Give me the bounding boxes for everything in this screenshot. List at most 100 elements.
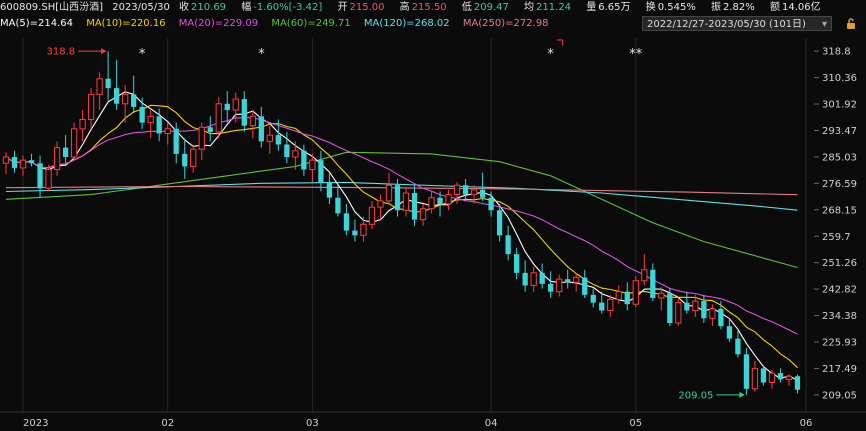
y-tick-label: 242.82 <box>822 285 857 296</box>
candle-body <box>164 128 171 135</box>
y-tick-label: 234.38 <box>822 311 857 322</box>
candle <box>292 141 299 170</box>
candle-body <box>173 128 179 154</box>
candle <box>565 269 571 289</box>
ma250-legend: MA(250)=272.98 <box>462 18 549 29</box>
extreme-price-annotation: 318.8 <box>46 47 107 58</box>
close-field: 收 210.69 <box>179 2 232 13</box>
candle-body <box>266 134 273 142</box>
avg-field: 均 211.24 <box>524 2 577 13</box>
candle <box>768 369 776 389</box>
candle <box>599 291 605 314</box>
y-tick-label: 276.59 <box>822 179 857 190</box>
candle-body <box>309 159 316 171</box>
amount-value: 14.06亿 <box>781 2 821 13</box>
y-tick-label: 268.15 <box>822 205 857 216</box>
candle <box>419 203 427 226</box>
candle <box>2 152 10 175</box>
candle-body <box>402 192 410 211</box>
candle <box>675 297 682 327</box>
ma10-line <box>5 104 798 369</box>
high-label: 高 <box>399 2 410 13</box>
candle <box>624 282 630 311</box>
annotation-label: 209.05 <box>678 390 713 401</box>
candle-body <box>326 182 333 198</box>
high-value: 215.50 <box>411 2 447 13</box>
candle-body <box>87 93 95 120</box>
avg-value: 211.24 <box>536 2 572 13</box>
y-axis: 318.8 310.36 301.92 293.47 285.03 276.59 268.1… <box>814 47 857 401</box>
date-range-selector[interactable]: 2022/12/27-2023/05/30 (101日) ▾ <box>642 16 832 31</box>
y-tick-label: 318.8 <box>822 47 851 58</box>
candle <box>258 106 264 148</box>
candle <box>335 185 341 217</box>
candle-body <box>650 269 656 298</box>
amplitude-value: 2.82% <box>723 2 755 13</box>
candle-body <box>105 78 111 89</box>
turnover-field: 换 0.545% <box>646 2 702 13</box>
low-field: 低 209.47 <box>462 2 515 13</box>
event-marker: * <box>258 47 265 62</box>
candle <box>539 263 545 289</box>
avg-label: 均 <box>524 2 535 13</box>
short-ma-lines <box>5 91 798 381</box>
candles <box>2 51 801 395</box>
candle-body <box>479 189 486 198</box>
event-marker: * <box>547 47 554 62</box>
candle-body <box>548 283 554 292</box>
y-tick-label: 209.05 <box>822 390 857 401</box>
flag-corner-icon <box>556 39 564 46</box>
candle-body <box>768 372 776 384</box>
change-value: -1.60%[-3.42] <box>253 2 323 13</box>
stock-code: 600809.SH[山西汾酒] <box>0 2 104 13</box>
candle <box>182 138 188 179</box>
candle <box>735 330 741 358</box>
y-tick-label: 251.26 <box>822 258 857 269</box>
candle-body <box>232 98 239 111</box>
candlestick-chart[interactable]: 318.8 310.36 301.92 293.47 285.03 276.59 268.1… <box>0 32 866 431</box>
annotation-arrowhead <box>739 391 745 398</box>
candle <box>368 200 376 230</box>
candle-body <box>318 160 324 183</box>
close-label: 收 <box>179 2 190 13</box>
candle <box>266 125 273 154</box>
candle-body <box>582 277 588 295</box>
candle <box>164 122 171 145</box>
x-tick-label: 05 <box>629 418 642 429</box>
candle <box>79 110 86 142</box>
candle <box>114 59 120 111</box>
candle-body <box>514 254 520 273</box>
candle-body <box>641 269 648 282</box>
candle <box>582 269 588 298</box>
candle-body <box>599 302 605 311</box>
candle-body <box>445 194 452 205</box>
y-tick-label: 285.03 <box>822 152 857 163</box>
candle <box>37 155 43 198</box>
extreme-price-annotation: 209.05 <box>678 390 745 401</box>
long-ma-lines <box>5 151 798 269</box>
candle-body <box>530 272 537 286</box>
candle <box>198 122 205 161</box>
candle <box>352 219 358 242</box>
candle-body <box>62 147 69 158</box>
ma10-legend: MA(10)=220.16 <box>86 18 166 29</box>
candle <box>632 276 639 308</box>
candle-body <box>122 93 129 105</box>
candle <box>505 225 511 261</box>
candle-body <box>590 294 596 303</box>
candle <box>794 374 801 394</box>
amplitude-field: 振 2.82% <box>711 2 761 13</box>
high-field: 高 215.50 <box>400 2 453 13</box>
candle <box>87 88 95 129</box>
candle-body <box>53 147 61 171</box>
lock-icon[interactable] <box>844 17 858 30</box>
candle-body <box>284 144 290 158</box>
candle-body <box>726 326 733 339</box>
candle <box>548 271 554 298</box>
candle <box>11 150 18 173</box>
y-tick-label: 293.47 <box>822 126 857 137</box>
candle-body <box>419 208 427 221</box>
candle-body <box>428 197 435 210</box>
candle-body <box>114 88 120 104</box>
amount-field: 额 14.06亿 <box>770 2 827 13</box>
